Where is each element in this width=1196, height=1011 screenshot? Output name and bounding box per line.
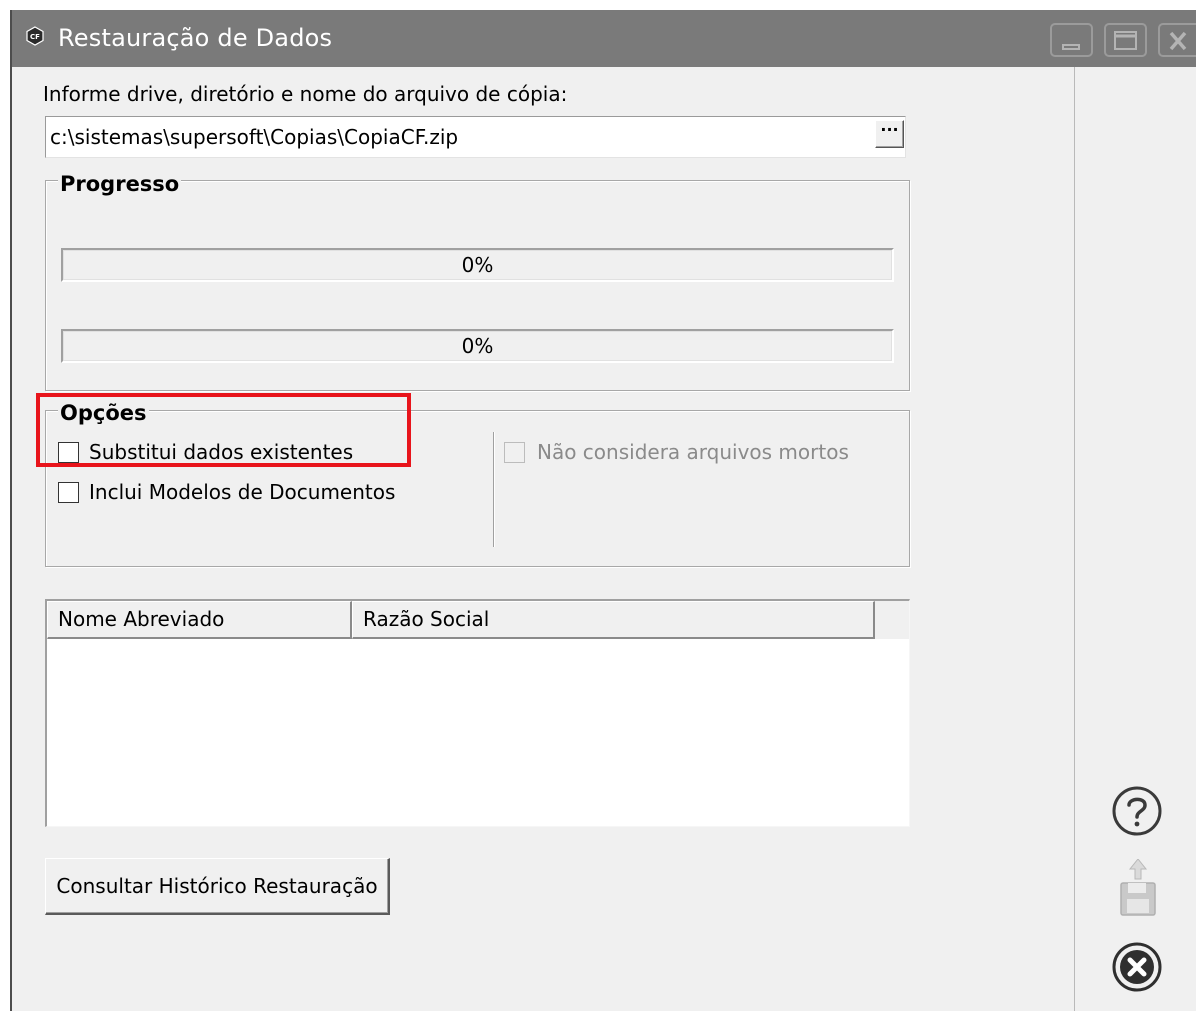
- highlight-annotation: [36, 393, 411, 467]
- companies-list[interactable]: Nome Abreviado Razão Social: [45, 599, 910, 827]
- restore-window: CF Restauração de Dados Informe drive, d…: [10, 10, 1196, 1011]
- help-icon[interactable]: [1111, 785, 1163, 841]
- maximize-button[interactable]: [1104, 23, 1147, 57]
- progress-bar-1-text: 0%: [461, 253, 494, 277]
- close-icon: [1169, 31, 1187, 51]
- sidebar: [1074, 67, 1196, 1011]
- app-logo-icon: CF: [25, 26, 45, 46]
- progress-bar-1: 0%: [61, 248, 894, 282]
- maximize-icon: [1114, 31, 1137, 50]
- nao-considera-checkbox[interactable]: [504, 442, 525, 463]
- column-header-nome-abreviado[interactable]: Nome Abreviado: [47, 601, 352, 639]
- file-path-label: Informe drive, diretório e nome do arqui…: [43, 82, 568, 106]
- options-divider: [493, 432, 494, 547]
- export-disk-icon[interactable]: [1117, 858, 1159, 921]
- inclui-modelos-checkbox[interactable]: [58, 482, 79, 503]
- minimize-icon: [1062, 44, 1080, 50]
- close-button[interactable]: [1158, 23, 1196, 57]
- nao-considera-label: Não considera arquivos mortos: [537, 440, 849, 464]
- inclui-modelos-label[interactable]: Inclui Modelos de Documentos: [89, 480, 395, 504]
- browse-button[interactable]: ···: [875, 120, 904, 148]
- progress-bar-2-text: 0%: [461, 334, 494, 358]
- consultar-historico-button[interactable]: Consultar Histórico Restauração: [45, 858, 390, 915]
- progress-group-title: Progresso: [58, 172, 182, 196]
- column-header-razao-social[interactable]: Razão Social: [352, 601, 875, 639]
- minimize-button[interactable]: [1050, 23, 1093, 57]
- progress-bar-2: 0%: [61, 329, 894, 363]
- backup-file-input[interactable]: [45, 116, 906, 158]
- list-header: Nome Abreviado Razão Social: [47, 601, 909, 639]
- window-title: Restauração de Dados: [58, 24, 333, 52]
- title-bar[interactable]: CF Restauração de Dados: [12, 10, 1196, 67]
- close-circle-icon[interactable]: [1111, 941, 1163, 997]
- svg-text:CF: CF: [30, 33, 40, 41]
